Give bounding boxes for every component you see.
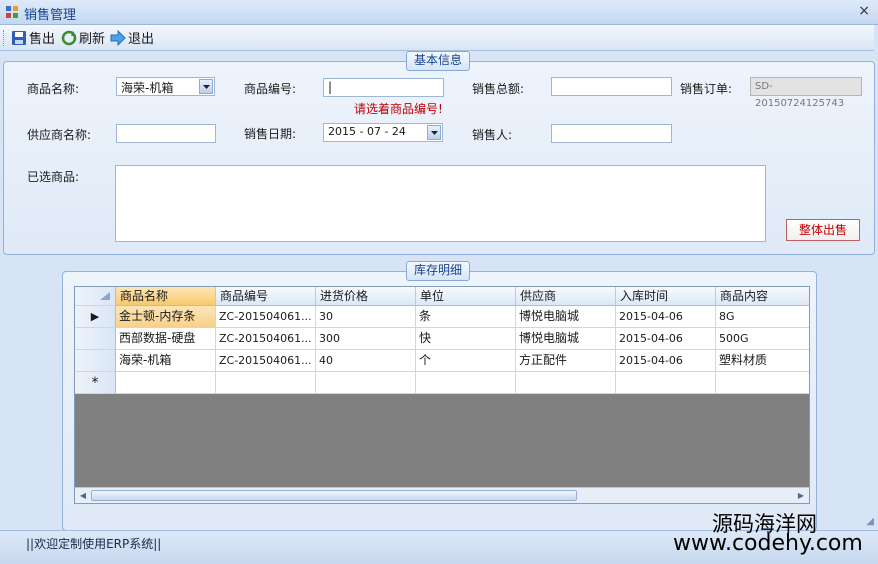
title-bar: 销售管理 ×	[0, 0, 878, 25]
sell-button[interactable]: 售出	[11, 28, 55, 47]
save-icon	[12, 30, 26, 45]
refresh-label: 刷新	[79, 32, 106, 47]
table-cell[interactable]: ZC-201504061...	[216, 306, 316, 328]
product-code-input[interactable]: |	[323, 78, 444, 97]
table-cell[interactable]: 金士顿-内存条	[116, 306, 216, 328]
whole-sell-button[interactable]: 整体出售	[786, 219, 860, 241]
exit-button[interactable]: 退出	[110, 28, 154, 47]
window-title: 销售管理	[24, 8, 77, 23]
table-cell[interactable]: 博悦电脑城	[516, 306, 616, 328]
column-header[interactable]: 进货价格	[316, 287, 416, 306]
table-cell[interactable]: ZC-201504061...	[216, 350, 316, 372]
supplier-label: 供应商名称:	[27, 128, 92, 142]
table-cell[interactable]	[716, 372, 809, 394]
seller-label: 销售人:	[472, 128, 513, 142]
stock-grid: 商品名称 商品编号 进货价格 单位 供应商 入库时间 商品内容 ▶ 金士顿-内存…	[74, 286, 810, 504]
selected-goods-label: 已选商品:	[27, 170, 80, 184]
table-cell[interactable]: 个	[416, 350, 516, 372]
chevron-down-icon[interactable]	[199, 79, 213, 94]
toolbar-grip	[3, 30, 7, 46]
table-cell[interactable]: 500G	[716, 328, 809, 350]
table-row[interactable]: 海荣-机箱 ZC-201504061... 40 个 方正配件 2015-04-…	[75, 350, 809, 372]
table-cell[interactable]: 2015-04-06	[616, 350, 716, 372]
table-cell[interactable]	[316, 372, 416, 394]
current-row-marker[interactable]: ▶	[75, 306, 116, 328]
table-cell[interactable]: 海荣-机箱	[116, 350, 216, 372]
basic-info-legend: 基本信息	[406, 51, 470, 71]
table-cell[interactable]: 塑料材质	[716, 350, 809, 372]
toolbar: 售出 刷新 退出	[0, 25, 874, 51]
table-cell[interactable]	[416, 372, 516, 394]
refresh-button[interactable]: 刷新	[61, 28, 105, 47]
refresh-icon	[61, 30, 77, 45]
table-cell[interactable]: 300	[316, 328, 416, 350]
table-cell[interactable]: ZC-201504061...	[216, 328, 316, 350]
product-name-value: 海荣-机箱	[121, 81, 174, 95]
product-name-label: 商品名称:	[27, 82, 80, 96]
column-header[interactable]: 商品编号	[216, 287, 316, 306]
total-input[interactable]	[551, 77, 672, 96]
column-header[interactable]: 供应商	[516, 287, 616, 306]
order-input: SD-20150724125743	[750, 77, 862, 109]
product-name-combo[interactable]: 海荣-机箱	[116, 77, 215, 96]
table-cell[interactable]	[516, 372, 616, 394]
scroll-thumb[interactable]	[91, 490, 577, 501]
table-cell[interactable]: 方正配件	[516, 350, 616, 372]
app-icon	[6, 6, 18, 18]
seller-input[interactable]	[551, 124, 672, 143]
row-header[interactable]	[75, 328, 116, 350]
table-cell[interactable]: 2015-04-06	[616, 306, 716, 328]
calendar-dropdown-icon[interactable]	[427, 125, 441, 140]
row-header[interactable]	[75, 350, 116, 372]
horizontal-scrollbar[interactable]: ◀ ▶	[75, 487, 809, 503]
supplier-input[interactable]	[116, 124, 216, 143]
new-row-marker[interactable]: *	[75, 372, 116, 394]
close-button[interactable]: ×	[858, 3, 870, 19]
total-label: 销售总额:	[472, 82, 525, 96]
date-picker[interactable]: 2015 - 07 - 24	[323, 123, 443, 142]
table-cell[interactable]: 8G	[716, 306, 809, 328]
watermark-url: www.codehy.com	[673, 531, 863, 556]
scroll-right-icon[interactable]: ▶	[794, 489, 808, 502]
table-cell[interactable]: 30	[316, 306, 416, 328]
column-header[interactable]: 商品名称	[116, 287, 216, 306]
table-cell[interactable]	[616, 372, 716, 394]
table-cell[interactable]	[216, 372, 316, 394]
sell-label: 售出	[29, 32, 56, 47]
resize-grip-icon[interactable]: ◢	[866, 516, 874, 527]
table-row[interactable]: ▶ 金士顿-内存条 ZC-201504061... 30 条 博悦电脑城 201…	[75, 306, 809, 328]
order-label: 销售订单:	[680, 82, 733, 96]
table-row[interactable]: 西部数据-硬盘 ZC-201504061... 300 快 博悦电脑城 2015…	[75, 328, 809, 350]
new-row[interactable]: *	[75, 372, 809, 394]
table-cell[interactable]: 40	[316, 350, 416, 372]
date-label: 销售日期:	[244, 127, 297, 141]
exit-label: 退出	[128, 32, 155, 47]
table-cell[interactable]: 博悦电脑城	[516, 328, 616, 350]
table-cell[interactable]: 2015-04-06	[616, 328, 716, 350]
column-header[interactable]: 单位	[416, 287, 516, 306]
arrow-right-icon	[110, 29, 126, 46]
selected-goods-box[interactable]	[115, 165, 766, 242]
column-header[interactable]: 商品内容	[716, 287, 809, 306]
date-value: 2015 - 07 - 24	[328, 125, 406, 138]
product-code-label: 商品编号:	[244, 82, 297, 96]
grid-header: 商品名称 商品编号 进货价格 单位 供应商 入库时间 商品内容	[75, 287, 809, 306]
table-cell[interactable]	[116, 372, 216, 394]
column-header[interactable]: 入库时间	[616, 287, 716, 306]
grid-corner[interactable]	[75, 287, 116, 306]
table-cell[interactable]: 快	[416, 328, 516, 350]
table-cell[interactable]: 西部数据-硬盘	[116, 328, 216, 350]
scroll-left-icon[interactable]: ◀	[76, 489, 90, 502]
status-text: ||欢迎定制使用ERP系统||	[26, 537, 162, 551]
stock-detail-legend: 库存明细	[406, 261, 470, 281]
product-code-warning: 请选着商品编号!	[354, 102, 443, 116]
table-cell[interactable]: 条	[416, 306, 516, 328]
